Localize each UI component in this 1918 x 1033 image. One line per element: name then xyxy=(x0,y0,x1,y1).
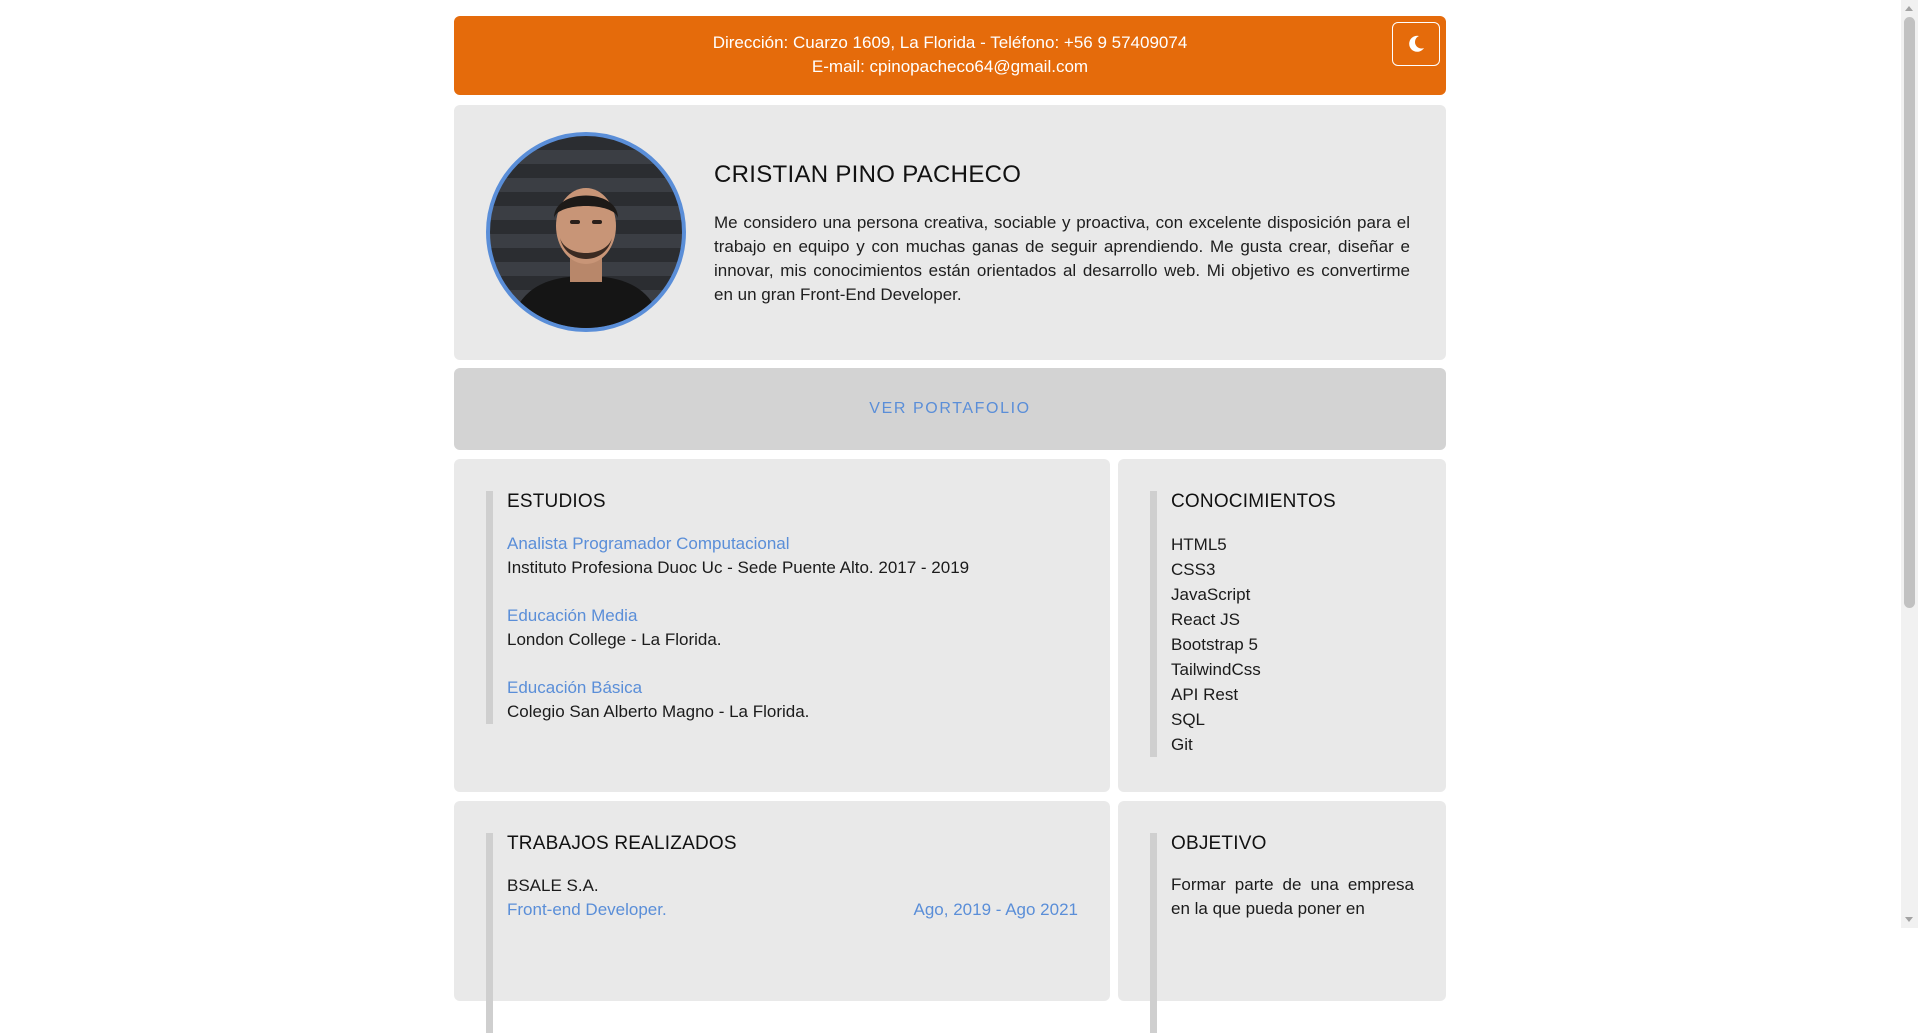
skill-item: CSS3 xyxy=(1171,560,1216,579)
skill-item: JavaScript xyxy=(1171,585,1251,604)
cv-page: Dirección: Cuarzo 1609, La Florida - Tel… xyxy=(454,16,1446,1033)
profile-photo xyxy=(510,188,662,328)
study-place: London College - La Florida. xyxy=(507,630,722,649)
job-company: BSALE S.A. xyxy=(507,876,599,895)
jobs-section: TRABAJOS REALIZADOS BSALE S.A. Front-end… xyxy=(486,833,1078,1033)
study-place: Colegio San Alberto Magno - La Florida. xyxy=(507,702,810,721)
jobs-title: TRABAJOS REALIZADOS xyxy=(507,833,737,854)
profile-name: CRISTIAN PINO PACHECO xyxy=(714,161,1022,188)
profile-card: CRISTIAN PINO PACHECO Me considero una p… xyxy=(454,105,1446,360)
scroll-down-arrow-icon[interactable] xyxy=(1905,917,1913,922)
objective-card: OBJETIVO Formar parte de una empresa en … xyxy=(1118,801,1446,1033)
scrollbar-thumb[interactable] xyxy=(1904,17,1915,608)
skills-section: CONOCIMIENTOS HTML5 CSS3 JavaScript Reac… xyxy=(1150,491,1414,757)
skill-item: HTML5 xyxy=(1171,535,1227,554)
view-portfolio-button[interactable]: VER PORTAFOLIO xyxy=(454,368,1446,450)
vertical-scrollbar[interactable] xyxy=(1901,0,1918,928)
jobs-card: TRABAJOS REALIZADOS BSALE S.A. Front-end… xyxy=(454,801,1110,1033)
job-role: Front-end Developer. xyxy=(507,900,667,919)
skill-item: Git xyxy=(1171,735,1193,754)
contact-email: E-mail: cpinopacheco64@gmail.com xyxy=(811,57,1089,76)
skill-item: React JS xyxy=(1171,610,1240,629)
skills-card: CONOCIMIENTOS HTML5 CSS3 JavaScript Reac… xyxy=(1118,459,1446,792)
scroll-up-arrow-icon[interactable] xyxy=(1905,6,1913,11)
study-degree: Analista Programador Computacional xyxy=(507,534,790,553)
study-item: Educación Media London College - La Flor… xyxy=(507,604,1078,652)
contact-bar: Dirección: Cuarzo 1609, La Florida - Tel… xyxy=(454,16,1446,95)
skills-list: HTML5 CSS3 JavaScript React JS Bootstrap… xyxy=(1171,532,1414,757)
objective-text: Formar parte de una empresa en la que pu… xyxy=(1171,875,1414,918)
profile-bio: Me considero una persona creativa, socia… xyxy=(714,213,1410,304)
skill-item: Bootstrap 5 xyxy=(1171,635,1258,654)
job-period: Ago, 2019 - Ago 2021 xyxy=(913,900,1078,919)
moon-icon xyxy=(1409,35,1424,52)
skill-item: API Rest xyxy=(1171,685,1239,704)
skill-item: TailwindCss xyxy=(1171,660,1261,679)
job-role-row: Front-end Developer. Ago, 2019 - Ago 202… xyxy=(507,898,1078,922)
studies-section: ESTUDIOS Analista Programador Computacio… xyxy=(486,491,1078,724)
study-place: Instituto Profesiona Duoc Uc - Sede Puen… xyxy=(507,558,970,577)
study-item: Analista Programador Computacional Insti… xyxy=(507,532,1078,580)
skill-item: SQL xyxy=(1171,710,1206,729)
studies-card: ESTUDIOS Analista Programador Computacio… xyxy=(454,459,1110,792)
objective-title: OBJETIVO xyxy=(1171,833,1267,854)
avatar xyxy=(486,132,686,332)
studies-title: ESTUDIOS xyxy=(507,491,606,512)
contact-address-phone: Dirección: Cuarzo 1609, La Florida - Tel… xyxy=(712,33,1188,52)
study-degree: Educación Básica xyxy=(507,678,643,697)
dark-mode-toggle-button[interactable] xyxy=(1392,22,1440,66)
objective-section: OBJETIVO Formar parte de una empresa en … xyxy=(1150,833,1414,1033)
study-degree: Educación Media xyxy=(507,606,638,625)
study-item: Educación Básica Colegio San Alberto Mag… xyxy=(507,676,1078,724)
skills-title: CONOCIMIENTOS xyxy=(1171,491,1336,512)
